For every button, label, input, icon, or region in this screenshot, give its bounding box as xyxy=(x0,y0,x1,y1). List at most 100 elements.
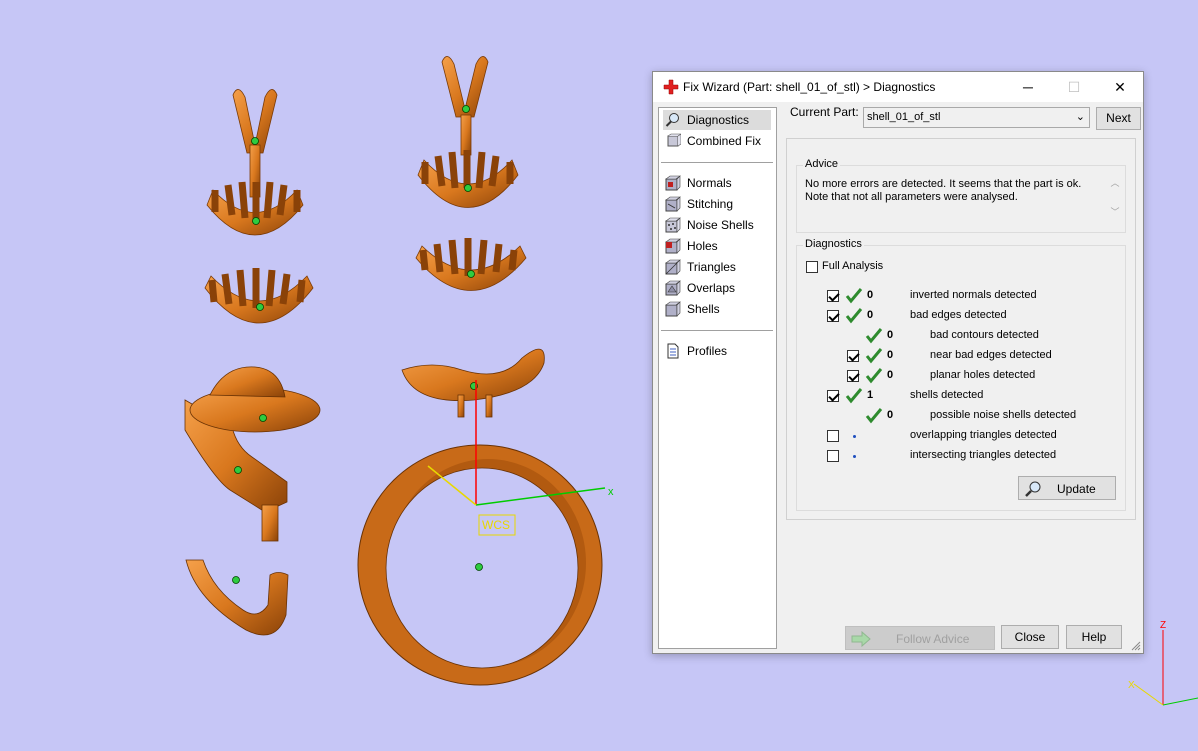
wcs-x-axis-label: x xyxy=(608,486,614,498)
planar-holes-checkbox[interactable] xyxy=(847,370,859,382)
cube-stack-icon xyxy=(667,133,681,147)
nav-item-diagnostics[interactable]: Diagnostics xyxy=(663,110,771,130)
nav-separator xyxy=(661,330,773,331)
green-check-icon xyxy=(865,408,883,424)
near-bad-edges-text: near bad edges detected xyxy=(930,349,1052,361)
bad-edges-count: 0 xyxy=(867,309,874,321)
pending-dot-icon xyxy=(853,455,856,458)
stitching-cube-icon xyxy=(665,196,681,212)
corner-x-axis-label: X xyxy=(1128,680,1135,691)
green-check-icon xyxy=(845,388,863,404)
pending-dot-icon xyxy=(853,435,856,438)
corner-z-axis-label: Z xyxy=(1160,620,1167,631)
resize-grip-icon[interactable] xyxy=(1131,641,1141,651)
nav-item-label: Profiles xyxy=(687,344,728,358)
nav-item-profiles[interactable]: Profiles xyxy=(663,341,771,361)
inverted-normals-text: inverted normals detected xyxy=(910,289,1037,301)
prong-head-right-mid xyxy=(415,238,527,291)
bad-edges-text: bad edges detected xyxy=(910,309,1007,321)
nav-item-label: Triangles xyxy=(687,260,736,274)
scroll-down-icon[interactable]: ﹀ xyxy=(1108,205,1122,218)
noise-shells-text: possible noise shells detected xyxy=(930,409,1077,421)
close-button[interactable]: Close xyxy=(1001,625,1059,649)
nav-item-overlaps[interactable]: Overlaps xyxy=(663,278,771,298)
red-cross-icon xyxy=(663,79,679,95)
noise-shells-count: 0 xyxy=(887,409,894,421)
nav-item-label: Stitching xyxy=(687,197,734,211)
maximize-button[interactable]: ☐ xyxy=(1051,72,1097,102)
nav-item-label: Holes xyxy=(687,239,718,253)
magnifier-icon xyxy=(665,113,679,127)
full-analysis-checkbox[interactable] xyxy=(806,261,818,273)
follow-advice-label: Follow Advice xyxy=(896,632,970,646)
prong-head-left-top xyxy=(206,89,304,236)
magnifier-icon xyxy=(1025,481,1041,497)
triangles-cube-icon xyxy=(665,259,681,275)
wizard-nav-list: Diagnostics Combined Fix Normals Stitchi… xyxy=(658,107,777,649)
advice-group: Advice No more errors are detected. It s… xyxy=(796,158,1126,233)
overlapping-triangles-checkbox[interactable] xyxy=(827,430,839,442)
overlapping-triangles-text: overlapping triangles detected xyxy=(910,429,1057,441)
follow-advice-button[interactable]: Follow Advice xyxy=(845,626,995,650)
wcs-label: WCS xyxy=(482,518,510,532)
nav-item-label: Normals xyxy=(687,176,732,190)
diagnostics-panel: Advice No more errors are detected. It s… xyxy=(786,138,1136,520)
near-bad-edges-count: 0 xyxy=(887,349,894,361)
nav-item-label: Combined Fix xyxy=(687,134,762,148)
document-icon xyxy=(667,343,679,359)
advice-title: Advice xyxy=(803,158,841,170)
planar-holes-count: 0 xyxy=(887,369,894,381)
advice-scrollbar[interactable]: ︿ ﹀ xyxy=(1108,176,1122,224)
diagnostics-group: Diagnostics Full Analysis 0 inverted nor… xyxy=(796,238,1126,511)
arrow-right-icon xyxy=(851,631,871,647)
close-window-button[interactable]: ✕ xyxy=(1097,72,1143,102)
shells-count: 1 xyxy=(867,389,874,401)
intersecting-triangles-text: intersecting triangles detected xyxy=(910,449,1057,461)
current-part-select[interactable]: shell_01_of_stl ⌄ xyxy=(863,107,1090,128)
inverted-normals-count: 0 xyxy=(867,289,874,301)
nav-item-holes[interactable]: Holes xyxy=(663,236,771,256)
nav-item-label: Overlaps xyxy=(687,281,736,295)
next-button[interactable]: Next xyxy=(1096,107,1141,130)
current-part-label: Current Part: xyxy=(790,105,859,119)
full-analysis-label: Full Analysis xyxy=(822,260,884,272)
dialog-titlebar[interactable]: Fix Wizard (Part: shell_01_of_stl) > Dia… xyxy=(653,72,1143,102)
green-check-icon xyxy=(845,308,863,324)
bad-contours-text: bad contours detected xyxy=(930,329,1039,341)
shells-text: shells detected xyxy=(910,389,984,401)
hook-piece-left xyxy=(185,559,289,636)
advice-line: No more errors are detected. It seems th… xyxy=(805,178,1082,190)
update-button[interactable]: Update xyxy=(1018,476,1116,500)
bad-contours-count: 0 xyxy=(887,329,894,341)
scroll-up-icon[interactable]: ︿ xyxy=(1108,176,1122,189)
nav-item-combined-fix[interactable]: Combined Fix xyxy=(663,131,771,151)
help-button[interactable]: Help xyxy=(1066,625,1122,649)
shells-checkbox[interactable] xyxy=(827,390,839,402)
noise-shells-icon xyxy=(665,217,681,233)
intersecting-triangles-checkbox[interactable] xyxy=(827,450,839,462)
green-check-icon xyxy=(845,288,863,304)
nav-item-label: Shells xyxy=(687,302,720,316)
prong-head-left-mid xyxy=(204,268,314,324)
nav-item-stitching[interactable]: Stitching xyxy=(663,194,771,214)
fix-wizard-dialog: Fix Wizard (Part: shell_01_of_stl) > Dia… xyxy=(652,71,1144,654)
current-part-value: shell_01_of_stl xyxy=(867,111,941,123)
inverted-normals-checkbox[interactable] xyxy=(827,290,839,302)
dialog-title: Fix Wizard (Part: shell_01_of_stl) > Dia… xyxy=(683,80,936,94)
nav-item-triangles[interactable]: Triangles xyxy=(663,257,771,277)
nav-item-normals[interactable]: Normals xyxy=(663,173,771,193)
minimize-button[interactable]: ─ xyxy=(1005,72,1051,102)
nav-item-shells[interactable]: Shells xyxy=(663,299,771,319)
near-bad-edges-checkbox[interactable] xyxy=(847,350,859,362)
nav-item-noise-shells[interactable]: Noise Shells xyxy=(663,215,771,235)
green-check-icon xyxy=(865,348,883,364)
diagnostics-title: Diagnostics xyxy=(803,238,864,250)
green-check-icon xyxy=(865,328,883,344)
shells-cube-icon xyxy=(665,301,681,317)
advice-line: Note that not all parameters were analys… xyxy=(805,191,1018,203)
normals-cube-icon xyxy=(665,175,681,191)
bad-edges-checkbox[interactable] xyxy=(827,310,839,322)
holes-cube-icon xyxy=(665,238,681,254)
nav-item-label: Noise Shells xyxy=(687,218,754,232)
overlaps-cube-icon xyxy=(665,280,681,296)
